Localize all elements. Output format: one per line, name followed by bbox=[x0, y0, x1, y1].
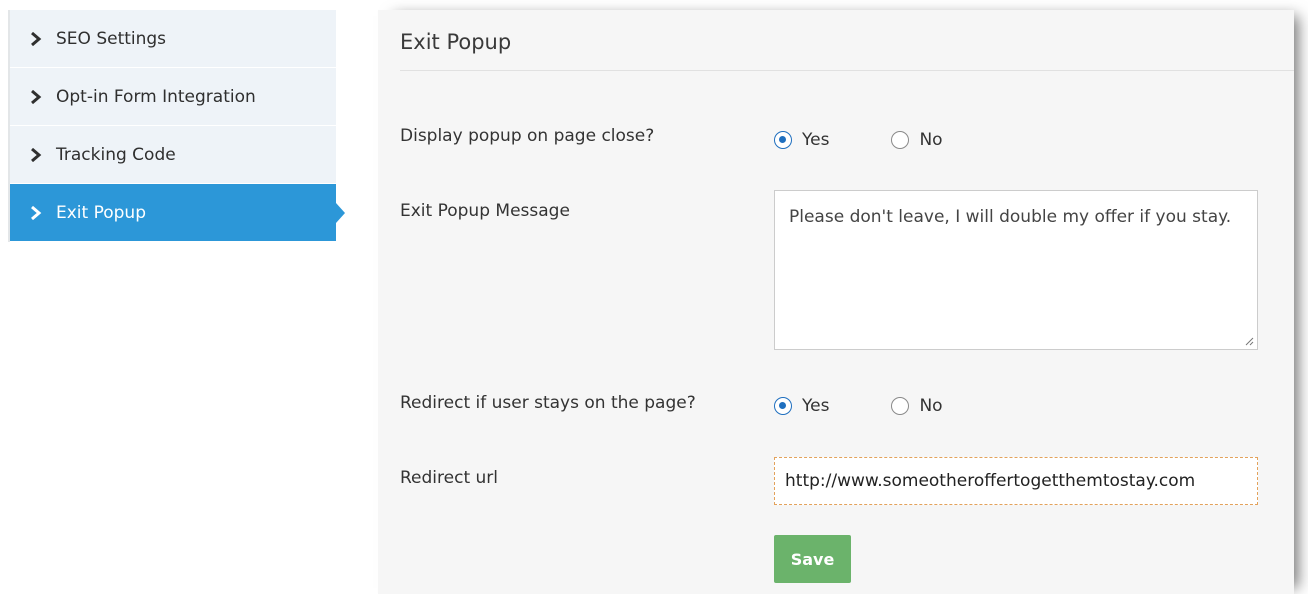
chevron-right-icon bbox=[26, 87, 46, 107]
redirect-url-input[interactable] bbox=[774, 457, 1258, 505]
exit-popup-message-textarea[interactable]: Please don't leave, I will double my off… bbox=[774, 190, 1258, 350]
sidebar-item-label: SEO Settings bbox=[56, 28, 167, 49]
sidebar-item-label: Opt-in Form Integration bbox=[56, 86, 256, 107]
radio-unchecked-icon bbox=[891, 397, 910, 415]
sidebar-item-seo-settings[interactable]: SEO Settings bbox=[10, 10, 336, 68]
radio-label-yes: Yes bbox=[802, 396, 830, 416]
redirect-yes-radio[interactable]: Yes bbox=[774, 396, 829, 416]
display-popup-radio-group: Yes No bbox=[774, 130, 1005, 150]
title-divider bbox=[400, 70, 1294, 71]
radio-checked-icon bbox=[774, 131, 792, 149]
radio-label-yes: Yes bbox=[802, 130, 830, 150]
sidebar-item-exit-popup[interactable]: Exit Popup bbox=[10, 184, 336, 242]
chevron-right-icon bbox=[26, 29, 46, 49]
resize-grip-icon[interactable] bbox=[1244, 336, 1254, 346]
save-button[interactable]: Save bbox=[774, 535, 851, 583]
page-title: Exit Popup bbox=[400, 30, 512, 54]
display-popup-yes-radio[interactable]: Yes bbox=[774, 130, 829, 150]
sidebar-item-optin-form-integration[interactable]: Opt-in Form Integration bbox=[10, 68, 336, 126]
redirect-radio-group: Yes No bbox=[774, 396, 1005, 416]
radio-label-no: No bbox=[919, 130, 943, 150]
radio-checked-icon bbox=[774, 397, 792, 415]
display-popup-no-radio[interactable]: No bbox=[891, 130, 943, 150]
redirect-label: Redirect if user stays on the page? bbox=[400, 393, 696, 413]
redirect-url-label: Redirect url bbox=[400, 468, 498, 488]
display-popup-label: Display popup on page close? bbox=[400, 126, 655, 146]
chevron-right-icon bbox=[26, 145, 46, 165]
exit-popup-message-label: Exit Popup Message bbox=[400, 201, 570, 221]
sidebar-item-tracking-code[interactable]: Tracking Code bbox=[10, 126, 336, 184]
chevron-right-icon bbox=[26, 203, 46, 223]
radio-unchecked-icon bbox=[891, 131, 910, 149]
redirect-no-radio[interactable]: No bbox=[891, 396, 943, 416]
sidebar-nav: SEO Settings Opt-in Form Integration Tra… bbox=[8, 10, 336, 242]
sidebar-item-label: Exit Popup bbox=[56, 202, 146, 223]
sidebar-item-label: Tracking Code bbox=[56, 144, 176, 165]
settings-panel: Exit Popup Display popup on page close? … bbox=[378, 10, 1294, 594]
radio-label-no: No bbox=[919, 396, 943, 416]
